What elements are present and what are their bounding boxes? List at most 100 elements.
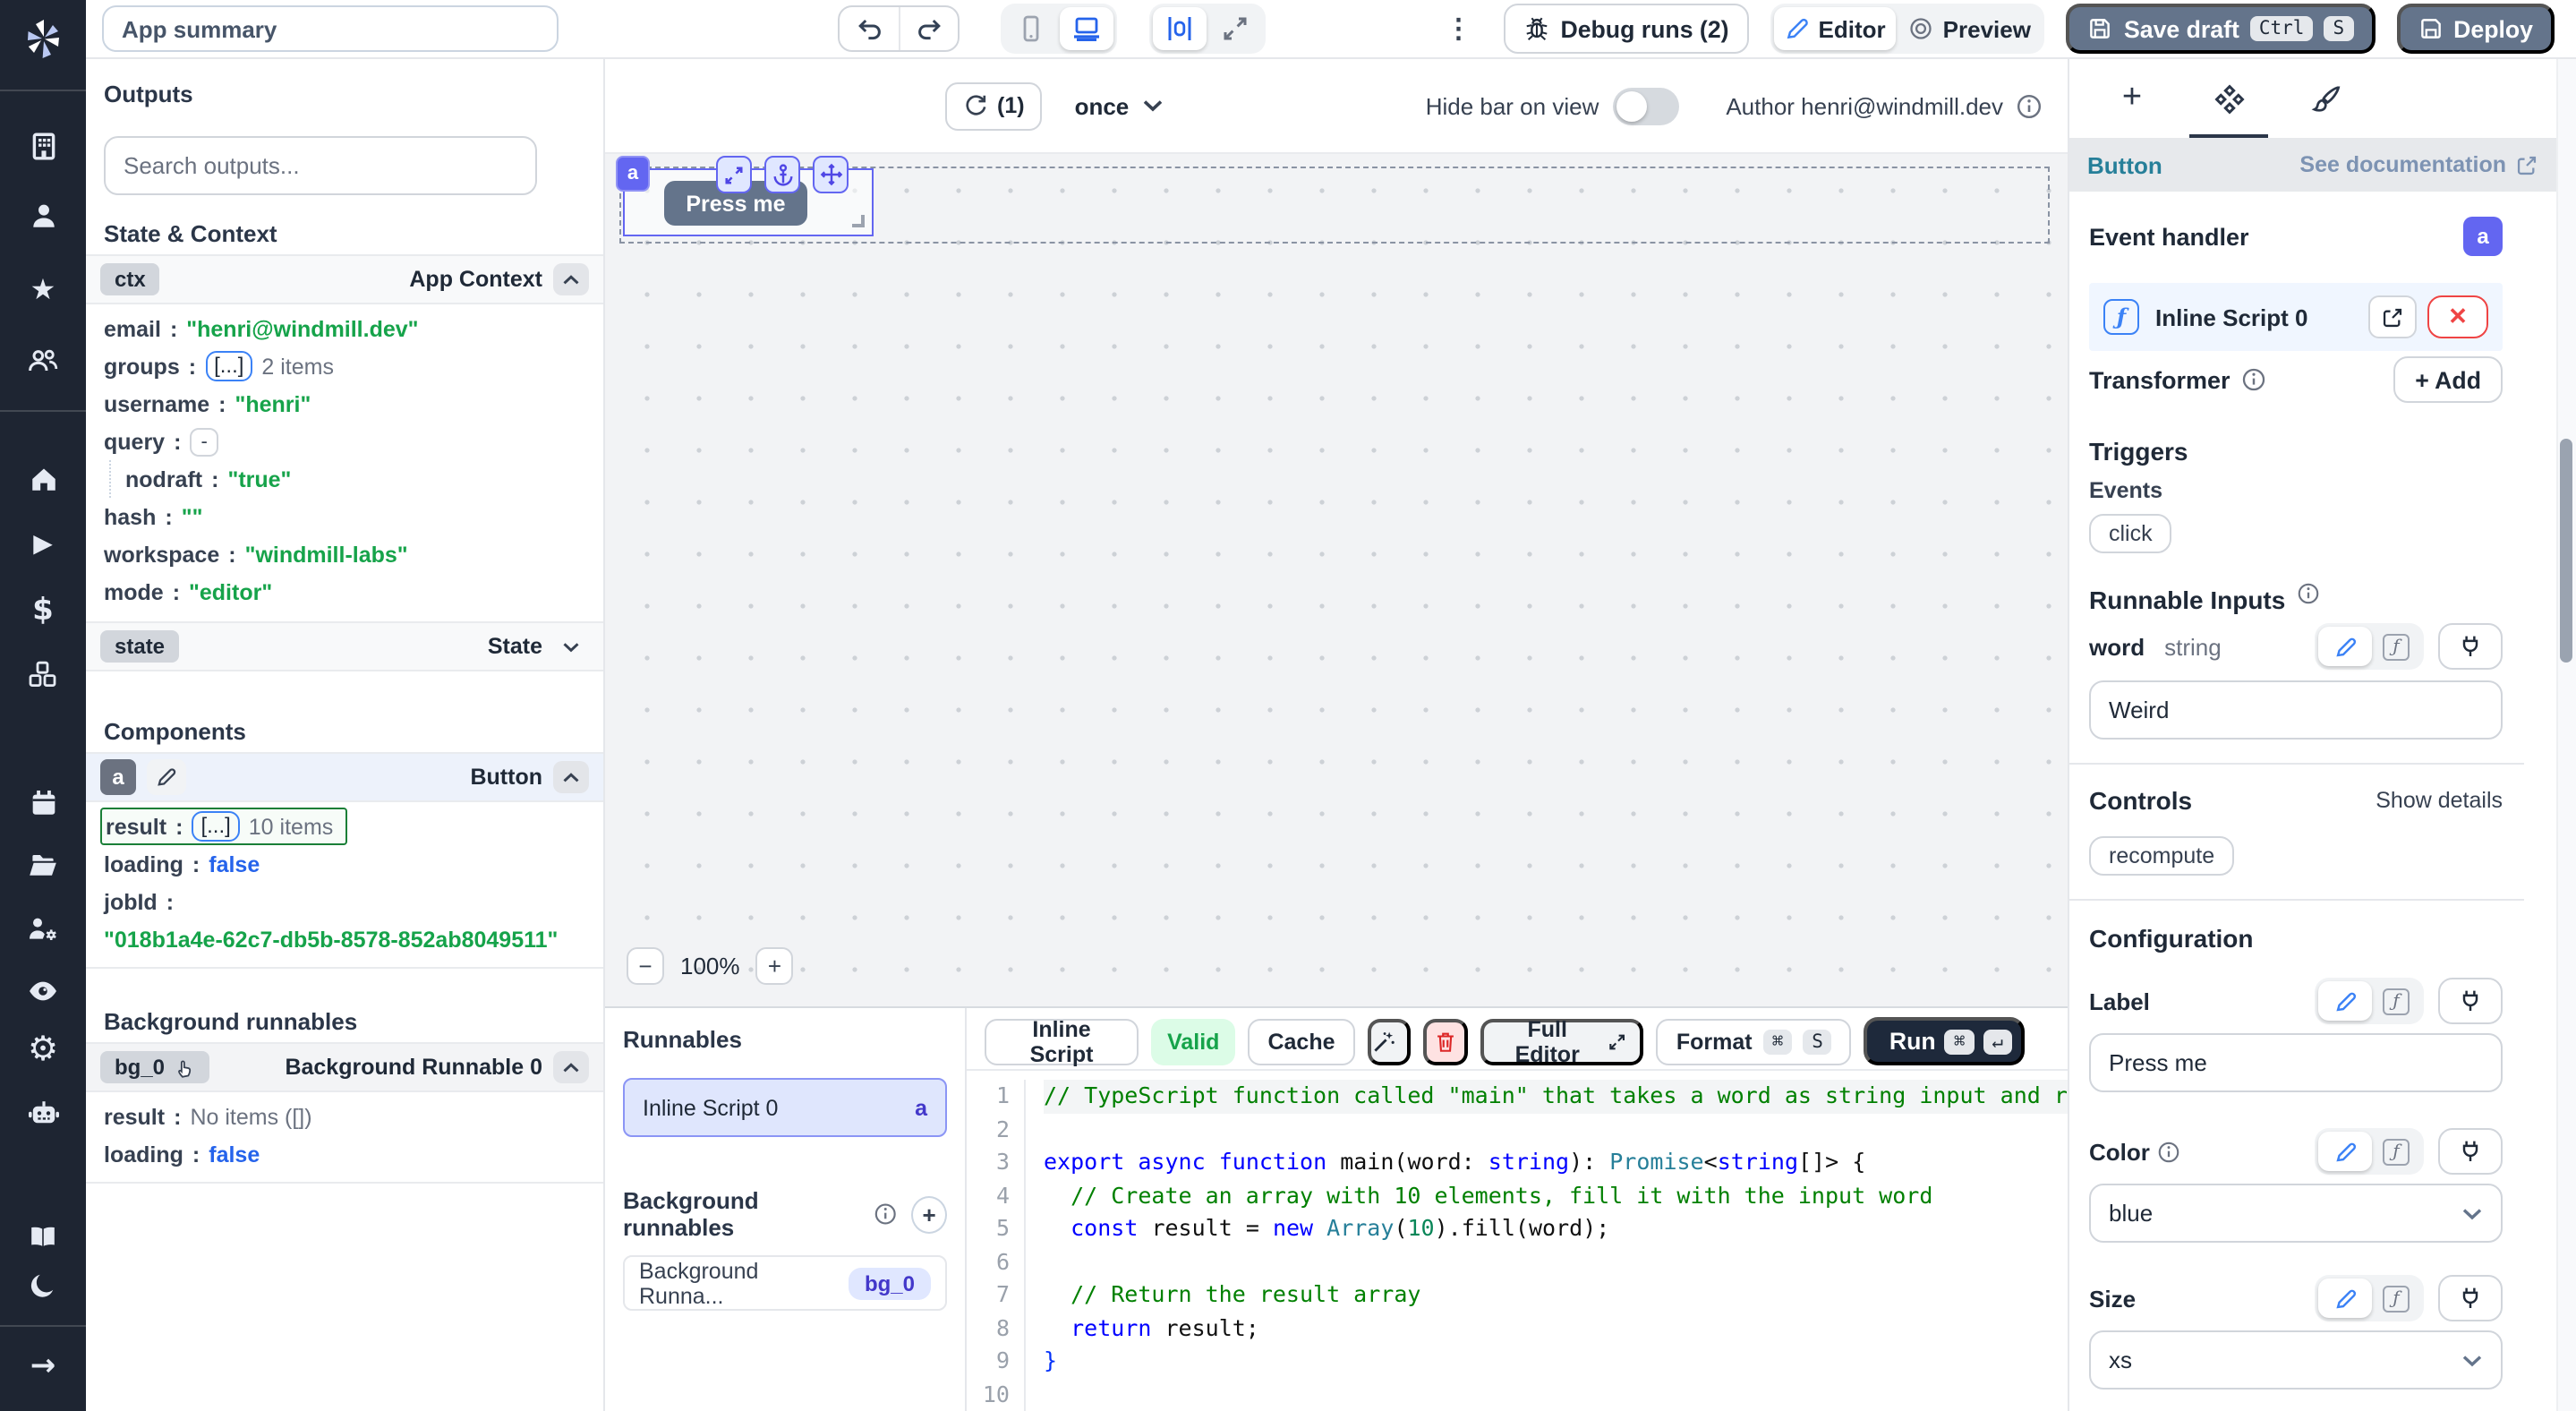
tab-styling[interactable] xyxy=(2277,59,2374,138)
folder-icon[interactable] xyxy=(0,843,86,886)
tab-insert-component[interactable]: + xyxy=(2084,59,2180,138)
book-icon[interactable] xyxy=(0,1216,86,1259)
color-select[interactable]: blue xyxy=(2089,1184,2503,1243)
full-width-button[interactable] xyxy=(1208,7,1262,50)
ctx-section-row[interactable]: ctx App Context xyxy=(86,254,603,304)
eval-input-button[interactable]: ƒ xyxy=(2372,627,2420,666)
open-script-button[interactable] xyxy=(2368,295,2417,338)
panel-scrollbar-track[interactable] xyxy=(2556,59,2576,1411)
debug-runs-button[interactable]: Debug runs (2) xyxy=(1503,4,1748,54)
code-line[interactable]: // Return the result array xyxy=(1044,1278,2068,1312)
zoom-out-button[interactable]: − xyxy=(627,947,664,985)
deploy-button[interactable]: Deploy xyxy=(2396,4,2555,54)
undo-button[interactable] xyxy=(840,7,899,50)
eval-input-button[interactable]: ƒ xyxy=(2372,981,2420,1021)
cubes-icon[interactable] xyxy=(0,652,86,695)
calendar-icon[interactable] xyxy=(0,781,86,824)
move-handle[interactable] xyxy=(813,156,849,193)
resize-handle[interactable] xyxy=(852,215,865,227)
expand-array-badge[interactable]: [...] xyxy=(205,351,252,381)
full-editor-button[interactable]: Full Editor xyxy=(1480,1018,1644,1065)
code-line[interactable]: // TypeScript function called "main" tha… xyxy=(1044,1080,2068,1113)
anchor-handle[interactable] xyxy=(764,156,800,193)
star-icon[interactable]: ★ xyxy=(0,269,86,312)
desktop-view-button[interactable] xyxy=(1060,7,1113,50)
hide-bar-toggle[interactable] xyxy=(1613,87,1679,124)
event-click-chip[interactable]: click xyxy=(2089,514,2172,553)
event-handler-script-row[interactable]: ƒ Inline Script 0 ✕ xyxy=(2089,283,2503,351)
tab-preview[interactable]: Preview xyxy=(1898,7,2042,50)
collapse-button[interactable] xyxy=(553,761,589,793)
dollar-icon[interactable]: $ xyxy=(0,589,86,632)
static-input-button[interactable] xyxy=(2318,627,2372,666)
recompute-chip[interactable]: recompute xyxy=(2089,836,2234,876)
moon-icon[interactable] xyxy=(0,1264,86,1307)
search-outputs-input[interactable] xyxy=(104,136,537,195)
ai-wand-button[interactable] xyxy=(1368,1018,1412,1065)
state-section-row[interactable]: state State xyxy=(86,621,603,671)
run-button[interactable]: Run ⌘ ↵ xyxy=(1864,1017,2025,1065)
code-line[interactable] xyxy=(1044,1245,2068,1278)
eye-icon[interactable] xyxy=(0,969,86,1012)
robot-icon[interactable] xyxy=(0,1090,86,1133)
user-icon[interactable] xyxy=(0,193,86,236)
remove-script-button[interactable]: ✕ xyxy=(2427,295,2488,338)
app-summary-input[interactable] xyxy=(102,5,559,52)
gear-icon[interactable]: ⚙ xyxy=(0,1028,86,1071)
eval-input-button[interactable]: ƒ xyxy=(2372,1278,2420,1318)
add-bg-runnable-button[interactable]: + xyxy=(911,1195,947,1233)
home-icon[interactable] xyxy=(0,457,86,500)
static-input-button[interactable] xyxy=(2318,1278,2372,1318)
app-canvas[interactable]: a Press me − xyxy=(605,154,2068,1006)
format-button[interactable]: Format ⌘ S xyxy=(1657,1018,1852,1065)
eval-input-button[interactable]: ƒ xyxy=(2372,1132,2420,1171)
code-line[interactable]: export async function main(word: string)… xyxy=(1044,1146,2068,1179)
collapse-box[interactable]: - xyxy=(190,427,218,456)
see-documentation-link[interactable]: See documentation xyxy=(2299,152,2538,177)
more-menu-button[interactable]: ⋮ xyxy=(1438,13,1478,45)
delete-script-button[interactable] xyxy=(1424,1018,1468,1065)
collapse-button[interactable] xyxy=(553,263,589,295)
collapse-button[interactable] xyxy=(553,1051,589,1083)
expand-button[interactable] xyxy=(553,640,589,653)
component-a-badge[interactable]: a xyxy=(100,759,136,795)
connect-input-button[interactable] xyxy=(2438,1275,2503,1321)
connect-input-button[interactable] xyxy=(2438,623,2503,670)
code-line[interactable]: const result = new Array(10).fill(word); xyxy=(1044,1212,2068,1245)
code-editor[interactable]: 12345678910 // TypeScript function calle… xyxy=(967,1069,2068,1411)
bg0-section-row[interactable]: bg_0 Background Runnable 0 xyxy=(86,1042,603,1092)
panel-scrollbar-thumb[interactable] xyxy=(2560,439,2572,663)
static-input-button[interactable] xyxy=(2318,1132,2372,1171)
mobile-view-button[interactable] xyxy=(1004,7,1058,50)
input-word-value[interactable] xyxy=(2089,680,2503,740)
code-line[interactable]: // Create an array with 10 elements, fil… xyxy=(1044,1179,2068,1212)
zoom-in-button[interactable]: + xyxy=(756,947,794,985)
arrow-right-icon[interactable]: → xyxy=(0,1345,86,1388)
tab-editor[interactable]: Editor xyxy=(1774,7,1897,50)
bg0-badge[interactable]: bg_0 xyxy=(100,1051,209,1083)
runnable-item-inline-script-0[interactable]: Inline Script 0 a xyxy=(623,1078,947,1137)
save-draft-button[interactable]: Save draft Ctrl S xyxy=(2067,4,2375,54)
building-icon[interactable] xyxy=(0,124,86,167)
component-id-tag[interactable]: a xyxy=(616,156,650,192)
windmill-logo[interactable] xyxy=(0,18,86,61)
connect-input-button[interactable] xyxy=(2438,978,2503,1024)
users-icon[interactable] xyxy=(0,338,86,381)
ctx-badge[interactable]: ctx xyxy=(100,263,160,295)
code-line[interactable]: return result; xyxy=(1044,1312,2068,1345)
code-line[interactable] xyxy=(1044,1378,2068,1411)
tab-component-settings[interactable] xyxy=(2180,59,2277,138)
cache-button[interactable]: Cache xyxy=(1248,1018,1354,1065)
expand-handle[interactable] xyxy=(716,156,752,193)
user-gear-icon[interactable] xyxy=(0,906,86,949)
redo-button[interactable] xyxy=(899,7,958,50)
code-content[interactable]: // TypeScript function called "main" tha… xyxy=(1024,1080,2068,1411)
runnable-item-bg-0[interactable]: Background Runna... bg_0 xyxy=(623,1255,947,1311)
size-select[interactable]: xs xyxy=(2089,1330,2503,1390)
connect-input-button[interactable] xyxy=(2438,1128,2503,1175)
show-details-link[interactable]: Show details xyxy=(2376,788,2503,813)
refresh-button[interactable]: (1) xyxy=(945,81,1043,130)
center-content-button[interactable] xyxy=(1153,7,1207,50)
rename-button[interactable] xyxy=(147,759,186,795)
state-badge[interactable]: state xyxy=(100,630,179,663)
